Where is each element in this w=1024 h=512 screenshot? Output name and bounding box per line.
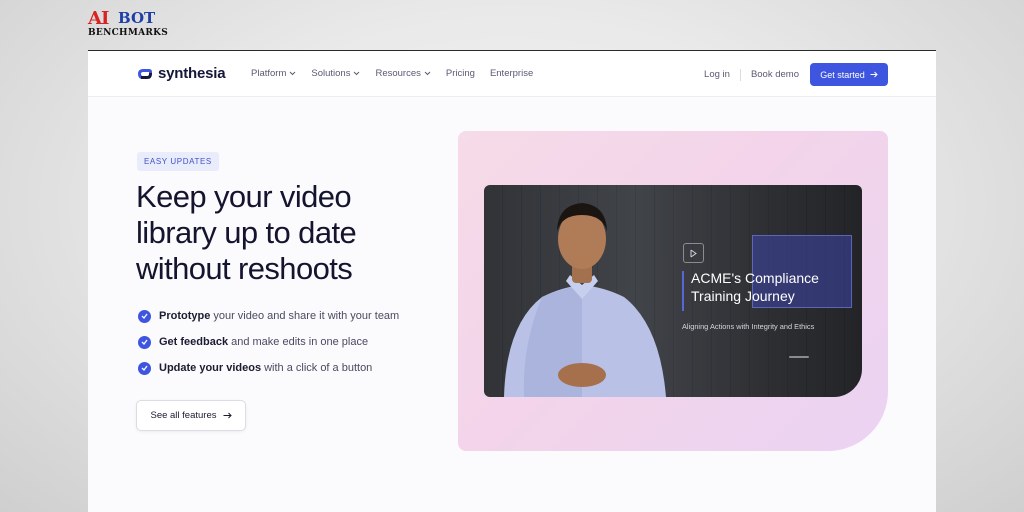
- video-preview[interactable]: ACME's Compliance Training Journey Align…: [484, 185, 862, 397]
- nav-divider: [739, 68, 741, 81]
- video-scrubber[interactable]: [789, 356, 809, 358]
- feature-text: and make edits in one place: [231, 336, 369, 348]
- feature-list: Prototype your video and share it with y…: [138, 303, 399, 381]
- brand-name: synthesia: [158, 65, 226, 82]
- menu-item-pricing[interactable]: Pricing: [446, 68, 475, 79]
- chevron-down-icon: [354, 71, 360, 76]
- video-subtitle: Aligning Actions with Integrity and Ethi…: [682, 322, 815, 331]
- list-item: Get feedback and make edits in one place: [138, 329, 399, 355]
- check-circle-icon: [138, 335, 151, 349]
- login-link[interactable]: Log in: [704, 69, 730, 80]
- main-menu: Platform Solutions Resources Pricing Ent…: [251, 68, 533, 79]
- watermark-logo: AI BOT BENCHMARKS: [88, 8, 178, 40]
- menu-item-platform[interactable]: Platform: [251, 68, 296, 79]
- brand-logo[interactable]: synthesia: [136, 65, 226, 82]
- presenter-image: [504, 203, 666, 397]
- get-started-button[interactable]: Get started: [810, 63, 888, 86]
- menu-label: Resources: [375, 68, 421, 79]
- nav-actions: Log in Book demo Get started: [704, 63, 888, 86]
- check-circle-icon: [138, 309, 151, 323]
- arrow-right-icon: [223, 412, 232, 419]
- menu-label: Pricing: [445, 68, 475, 79]
- book-demo-link[interactable]: Book demo: [751, 69, 799, 80]
- video-title: ACME's Compliance Training Journey: [691, 270, 819, 304]
- menu-item-solutions[interactable]: Solutions: [311, 68, 360, 79]
- synthesia-logo-icon: [138, 68, 152, 79]
- chevron-down-icon: [290, 71, 296, 76]
- feature-bold: Update your videos: [159, 362, 262, 374]
- watermark-bot: BOT: [118, 9, 156, 27]
- menu-label: Enterprise: [489, 68, 534, 79]
- get-started-label: Get started: [820, 69, 865, 80]
- section-badge: EASY UPDATES: [137, 152, 219, 171]
- see-all-features-button[interactable]: See all features: [136, 400, 246, 431]
- menu-label: Platform: [251, 68, 287, 79]
- arrow-right-icon: [870, 71, 878, 78]
- hero-headline: Keep your video library up to date witho…: [136, 179, 357, 286]
- video-logo-icon: [683, 243, 704, 263]
- feature-bold: Prototype: [159, 310, 211, 322]
- list-item: Update your videos with a click of a but…: [138, 355, 399, 381]
- watermark-ai: AI: [88, 8, 109, 29]
- watermark-benchmarks: BENCHMARKS: [88, 28, 169, 38]
- chevron-down-icon: [424, 71, 431, 76]
- see-all-label: See all features: [150, 410, 217, 421]
- top-navbar: synthesia Platform Solutions Resources P…: [88, 51, 936, 97]
- check-circle-icon: [138, 361, 151, 375]
- menu-label: Solutions: [311, 68, 351, 79]
- browser-page: synthesia Platform Solutions Resources P…: [88, 50, 936, 512]
- menu-item-resources[interactable]: Resources: [375, 68, 431, 79]
- list-item: Prototype your video and share it with y…: [138, 303, 399, 329]
- menu-item-enterprise[interactable]: Enterprise: [490, 68, 533, 79]
- feature-text: your video and share it with your team: [213, 310, 400, 322]
- feature-text: with a click of a button: [264, 362, 373, 374]
- title-accent-bar: [682, 271, 684, 311]
- feature-bold: Get feedback: [159, 336, 229, 348]
